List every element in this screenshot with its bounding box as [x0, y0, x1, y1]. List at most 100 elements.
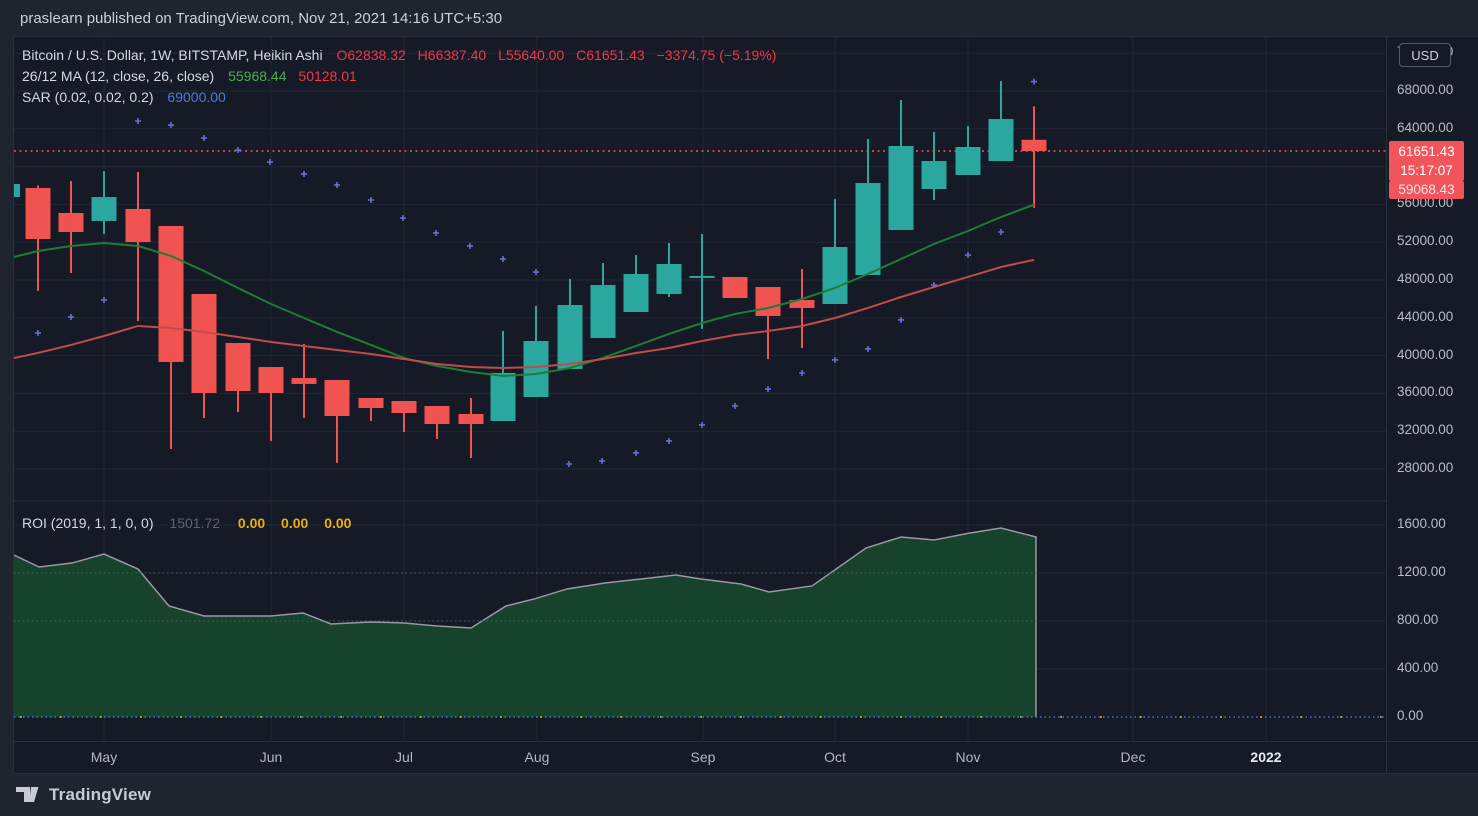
candle-down: [756, 287, 781, 316]
candle-up: [591, 285, 616, 338]
roi-plot1-value: 0.00: [238, 515, 265, 531]
time-axis[interactable]: MayJunJulAugSepOctNovDec2022: [14, 741, 1386, 774]
candle-down: [159, 226, 184, 362]
tradingview-logo-icon[interactable]: [16, 787, 40, 803]
candle-up: [690, 276, 715, 278]
roi-legend-row[interactable]: ROI (2019, 1, 1, 0, 0) 1501.72 0.00 0.00…: [22, 515, 363, 531]
published-chart-page: praslearn published on TradingView.com, …: [0, 0, 1478, 816]
sar-dot: [267, 159, 273, 165]
roi-tick-label: 800.00: [1397, 612, 1438, 627]
sar-dot: [433, 230, 439, 236]
candle-down: [292, 378, 317, 384]
current-price-value: 61651.43: [1389, 142, 1464, 161]
bar-countdown: 15:17:07: [1389, 161, 1464, 180]
sar-dot: [68, 314, 74, 320]
sar-dot: [965, 252, 971, 258]
candle-down: [226, 343, 251, 391]
header-text: praslearn published on TradingView.com, …: [20, 10, 502, 27]
sar-dot: [599, 458, 605, 464]
candle-up: [524, 341, 549, 397]
roi-area-fill: [14, 528, 1036, 717]
candle-up: [956, 147, 981, 175]
sar-dot: [732, 403, 738, 409]
sar-title: SAR (0.02, 0.02, 0.2): [22, 89, 154, 105]
sar-dot: [1031, 79, 1037, 85]
price-tick-label: 44000.00: [1397, 309, 1453, 324]
price-tick-label: 48000.00: [1397, 271, 1453, 286]
candle-up: [989, 119, 1014, 161]
sar-dot: [201, 135, 207, 141]
price-tick-label: 68000.00: [1397, 82, 1453, 97]
legend-sar-row[interactable]: SAR (0.02, 0.02, 0.2) 69000.00: [22, 87, 784, 108]
candle-down: [259, 367, 284, 393]
price-tick-label: 52000.00: [1397, 233, 1453, 248]
price-tick-label: 32000.00: [1397, 422, 1453, 437]
legend-ma-row[interactable]: 26/12 MA (12, close, 26, close) 55968.44…: [22, 66, 784, 87]
candle-down: [459, 414, 484, 424]
candle-down: [359, 398, 384, 408]
candle-down: [192, 294, 217, 393]
sar-dot: [35, 330, 41, 336]
candle-up: [558, 305, 583, 369]
roi-latest-value: 1501.72: [169, 515, 220, 531]
price-tick-label: 28000.00: [1397, 460, 1453, 475]
sar-dot: [533, 269, 539, 275]
candle-up: [14, 184, 20, 197]
candle-down: [425, 406, 450, 424]
price-tick-label: 64000.00: [1397, 120, 1453, 135]
price-tick-label: 36000.00: [1397, 384, 1453, 399]
ohlc-low: L55640.00: [498, 47, 564, 63]
currency-toggle-button[interactable]: USD: [1399, 43, 1451, 67]
ma-slow-value: 50128.01: [298, 68, 356, 84]
roi-tick-label: 400.00: [1397, 660, 1438, 675]
chart-canvas[interactable]: [14, 37, 1386, 741]
ohlc-change: −3374.75 (−5.19%): [657, 47, 777, 63]
sar-dot: [368, 197, 374, 203]
chart-container: Bitcoin / U.S. Dollar, 1W, BITSTAMP, Hei…: [13, 36, 1478, 773]
current-price-label: 61651.43 15:17:07: [1389, 141, 1464, 181]
legend-symbol-row[interactable]: Bitcoin / U.S. Dollar, 1W, BITSTAMP, Hei…: [22, 45, 784, 66]
ohlc-close: C61651.43: [576, 47, 645, 63]
price-tick-label: 40000.00: [1397, 347, 1453, 362]
sar-dot: [865, 346, 871, 352]
chart-legend: Bitcoin / U.S. Dollar, 1W, BITSTAMP, Hei…: [22, 45, 784, 108]
roi-tick-label: 1600.00: [1397, 516, 1446, 531]
candle-down: [325, 380, 350, 416]
candle-up: [491, 373, 516, 421]
symbol-title: Bitcoin / U.S. Dollar, 1W, BITSTAMP, Hei…: [22, 47, 323, 63]
ohlc-high: H66387.40: [418, 47, 487, 63]
candle-down: [59, 213, 84, 232]
candle-down: [126, 209, 151, 242]
time-tick-label: Sep: [691, 742, 716, 773]
header-bar: praslearn published on TradingView.com, …: [0, 0, 1478, 36]
roi-title: ROI (2019, 1, 1, 0, 0): [22, 515, 154, 531]
price-axis[interactable]: USD 61651.43 15:17:07 59068.43 72000.006…: [1386, 37, 1478, 741]
sar-dot: [832, 357, 838, 363]
candle-up: [624, 274, 649, 312]
sar-dot: [301, 171, 307, 177]
sar-dot: [334, 182, 340, 188]
sar-dot: [467, 243, 473, 249]
roi-plot3-value: 0.00: [324, 515, 351, 531]
time-tick-label: Dec: [1121, 742, 1146, 773]
candle-up: [889, 146, 914, 230]
sar-dot: [699, 422, 705, 428]
candle-down: [26, 188, 51, 239]
chart-plot[interactable]: [14, 37, 1386, 741]
sar-dot: [998, 229, 1004, 235]
footer-bar: TradingView: [0, 773, 1478, 816]
ma-fast-value: 55968.44: [228, 68, 286, 84]
roi-plot2-value: 0.00: [281, 515, 308, 531]
sar-value: 69000.00: [167, 89, 225, 105]
ma-title: 26/12 MA (12, close, 26, close): [22, 68, 214, 84]
time-tick-label: Oct: [824, 742, 846, 773]
sar-dot: [235, 147, 241, 153]
candle-up: [922, 161, 947, 189]
sar-dot: [765, 386, 771, 392]
candle-down: [1022, 140, 1047, 151]
sar-dot: [666, 438, 672, 444]
tradingview-wordmark[interactable]: TradingView: [49, 785, 151, 805]
sar-dot: [168, 122, 174, 128]
candle-up: [823, 247, 848, 304]
time-tick-label: May: [91, 742, 117, 773]
